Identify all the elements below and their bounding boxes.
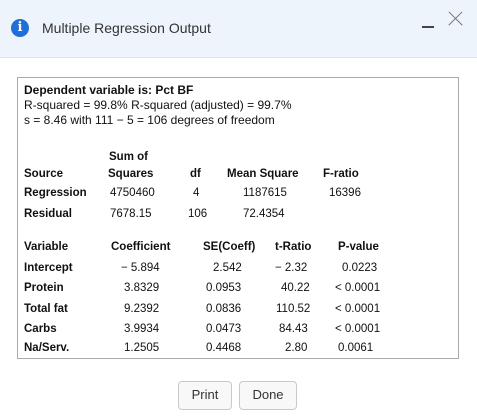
coef-row-t-ratio: 84.43 (279, 323, 308, 335)
anova-row-ms: 1187615 (243, 187, 287, 199)
window-title: Multiple Regression Output (42, 20, 211, 36)
anova-row-df: 4 (193, 187, 200, 199)
anova-row-source: Residual (24, 208, 72, 220)
coef-row-coefficient: 3.8329 (124, 282, 160, 294)
coef-row-t-ratio: − 2.32 (275, 262, 308, 274)
coef-row-se: 2.542 (213, 262, 242, 274)
anova-row-df: 106 (188, 208, 208, 220)
coef-header-coefficient: Coefficient (111, 241, 171, 253)
dependent-variable-line: Dependent variable is: Pct BF (24, 83, 194, 97)
coef-row-p-value: < 0.0001 (335, 323, 381, 335)
coef-row-p-value: < 0.0001 (335, 303, 381, 315)
anova-row-ss: 4750460 (110, 187, 155, 199)
coef-row-coefficient: − 5.894 (121, 262, 160, 274)
s-degrees-line: s = 8.46 with 111 − 5 = 106 degrees of f… (24, 113, 275, 127)
coef-row-p-value: < 0.0001 (335, 282, 381, 294)
coef-row-se: 0.0836 (206, 303, 242, 315)
coef-row-variable: Intercept (24, 262, 73, 274)
coef-row-p-value: 0.0061 (338, 342, 374, 354)
anova-header-sum-of: Sum of (109, 151, 148, 163)
coef-row-coefficient: 1.2505 (124, 342, 160, 354)
close-icon[interactable] (446, 10, 464, 28)
r-squared-line: R-squared = 99.8% R-squared (adjusted) =… (24, 98, 292, 112)
minimize-icon[interactable] (419, 10, 437, 28)
info-icon: i (11, 19, 29, 37)
anova-row-ss: 7678.15 (110, 208, 152, 220)
anova-header-source: Source (24, 168, 63, 180)
regression-output-panel: Dependent variable is: Pct BF R-squared … (17, 77, 459, 359)
coef-row-t-ratio: 110.52 (276, 303, 311, 315)
done-button[interactable]: Done (239, 381, 297, 410)
coef-row-coefficient: 9.2392 (124, 303, 160, 315)
coef-row-variable: Total fat (24, 303, 68, 315)
coef-header-p-value: P-value (338, 241, 379, 253)
print-button[interactable]: Print (178, 381, 232, 410)
anova-header-mean-square: Mean Square (227, 168, 299, 180)
coef-row-t-ratio: 2.80 (285, 342, 308, 354)
coef-row-coefficient: 3.9934 (124, 323, 160, 335)
coef-row-se: 0.0953 (206, 282, 242, 294)
coef-header-t-ratio: t-Ratio (275, 241, 312, 253)
titlebar: i Multiple Regression Output (0, 0, 477, 58)
regression-output-dialog: i Multiple Regression Output Dependent v… (0, 0, 477, 417)
coef-row-variable: Protein (24, 282, 64, 294)
anova-row-f: 16396 (329, 187, 361, 199)
anova-row-source: Regression (24, 187, 87, 199)
coef-row-se: 0.4468 (206, 342, 242, 354)
anova-header-squares: Squares (108, 168, 154, 180)
anova-header-f-ratio: F-ratio (323, 168, 359, 180)
coef-row-variable: Na/Serv. (24, 342, 70, 354)
coef-row-p-value: 0.0223 (342, 262, 378, 274)
coef-row-se: 0.0473 (206, 323, 242, 335)
coef-row-variable: Carbs (24, 323, 57, 335)
coef-row-t-ratio: 40.22 (281, 282, 310, 294)
coef-header-se: SE(Coeff) (203, 241, 256, 253)
anova-header-df: df (190, 168, 201, 180)
anova-row-ms: 72.4354 (243, 208, 285, 220)
coef-header-variable: Variable (24, 241, 69, 253)
